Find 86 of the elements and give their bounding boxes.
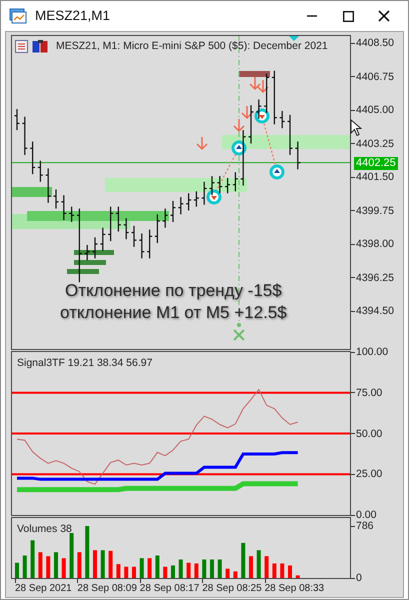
price-bar bbox=[84, 244, 90, 260]
price-bar bbox=[217, 176, 222, 194]
zone-highlight bbox=[74, 260, 106, 265]
zone-highlight bbox=[74, 250, 114, 255]
price-bar bbox=[38, 160, 43, 182]
axis-label: 4403.25 bbox=[351, 138, 394, 150]
axis-label: 0.00 bbox=[351, 509, 376, 521]
zone-highlight bbox=[12, 187, 52, 197]
table-icon bbox=[15, 40, 28, 54]
price-bar bbox=[202, 182, 207, 205]
marker-icon bbox=[289, 36, 299, 41]
price-bar bbox=[272, 70, 277, 124]
axis-label: 25.00 bbox=[351, 468, 382, 480]
maximize-icon bbox=[342, 10, 354, 22]
price-bar bbox=[162, 208, 168, 228]
book-icon bbox=[32, 40, 48, 54]
price-bar bbox=[147, 230, 152, 258]
axis-label: 4401.50 bbox=[351, 171, 394, 183]
signal-marker-icon bbox=[270, 164, 284, 180]
zone-highlight bbox=[239, 71, 270, 77]
price-bar bbox=[280, 110, 285, 128]
down-arrow-icon bbox=[249, 76, 261, 90]
price-bar bbox=[170, 200, 176, 222]
price-bar bbox=[46, 168, 51, 203]
close-icon bbox=[378, 10, 390, 22]
axis-label: 100.00 bbox=[351, 346, 388, 358]
axis-label: 4406.75 bbox=[351, 70, 394, 82]
signal-marker-icon bbox=[206, 190, 222, 204]
time-label: 28 Sep 08:09 bbox=[77, 579, 137, 596]
down-arrow-icon bbox=[257, 79, 269, 94]
price-bar bbox=[54, 189, 58, 209]
price-bar bbox=[132, 226, 136, 247]
price-bar bbox=[116, 206, 121, 232]
price-bar bbox=[288, 114, 292, 155]
price-bar bbox=[232, 172, 238, 192]
axis-label: 4408.50 bbox=[351, 37, 394, 49]
price-bar bbox=[139, 233, 144, 258]
down-arrow-icon bbox=[233, 118, 245, 132]
price-bar bbox=[61, 195, 66, 220]
price-bar bbox=[264, 74, 270, 113]
time-label: 28 Sep 08:25 bbox=[202, 579, 262, 596]
price-bar bbox=[108, 206, 114, 242]
indicator-legend: Signal3TF 19.21 38.34 56.97 bbox=[17, 356, 152, 372]
axis-label: 786 bbox=[351, 520, 374, 532]
time-label: 28 Sep 08:17 bbox=[140, 579, 200, 596]
price-bar bbox=[124, 218, 129, 240]
price-bar bbox=[100, 228, 106, 251]
axis-label: 75.00 bbox=[351, 386, 382, 399]
down-arrow-icon bbox=[196, 136, 208, 150]
deviation-note: отклонение M1 от M5 +12.5$ bbox=[60, 302, 287, 324]
axis-label: 4396.25 bbox=[351, 272, 394, 284]
price-bar bbox=[256, 99, 262, 119]
deviation-note: Отклонение по тренду -15$ bbox=[64, 280, 283, 302]
price-bar bbox=[210, 176, 214, 196]
price-bar bbox=[194, 191, 199, 207]
axis-label: 4399.75 bbox=[351, 204, 394, 216]
axis-label: 0 bbox=[351, 572, 362, 584]
price-bar bbox=[178, 197, 184, 214]
time-label: 28 Sep 08:33 bbox=[264, 579, 324, 596]
axis-label: 4398.00 bbox=[351, 238, 394, 250]
price-bar bbox=[295, 142, 300, 170]
axis-label: 50.00 bbox=[351, 428, 382, 440]
price-bar bbox=[92, 237, 98, 258]
axis-label: 4394.50 bbox=[351, 305, 394, 317]
axis-label: 4405.00 bbox=[351, 104, 394, 116]
price-bar bbox=[225, 178, 230, 194]
window-title: MESZ21,M1 bbox=[35, 6, 112, 25]
chart-title: MESZ21, M1: Micro E-mini S&P 500 ($5): December 2021 bbox=[56, 39, 328, 54]
signal-marker-icon bbox=[232, 140, 246, 156]
price-bar bbox=[240, 130, 246, 186]
price-bar bbox=[154, 214, 160, 244]
cursor-icon bbox=[350, 119, 362, 137]
price-bar bbox=[14, 109, 20, 130]
price-bar bbox=[22, 116, 28, 155]
indicator-legend: Volumes 38 bbox=[17, 522, 72, 538]
zone-highlight bbox=[67, 269, 99, 274]
price-bar bbox=[248, 105, 254, 144]
cross-marker-icon bbox=[233, 323, 245, 341]
minimize-icon bbox=[307, 15, 317, 17]
down-arrow-icon bbox=[241, 105, 253, 120]
price-bar bbox=[69, 206, 74, 222]
app-icon bbox=[9, 8, 27, 24]
time-label: 28 Sep 2021 bbox=[15, 579, 72, 596]
price-bar bbox=[30, 142, 36, 174]
price-bar bbox=[186, 193, 192, 210]
current-price-label: 4402.25 bbox=[354, 156, 398, 170]
